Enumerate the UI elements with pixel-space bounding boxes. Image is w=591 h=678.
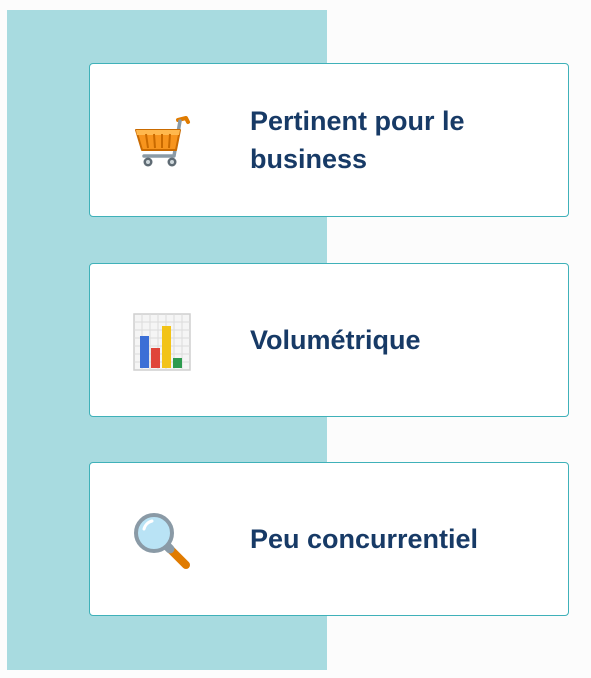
card-volumetric: Volumétrique [89,263,569,417]
card-label: Volumétrique [250,325,421,355]
shopping-cart-icon [130,110,194,174]
card-business-relevance: Pertinent pour le business [89,63,569,217]
card-label: Pertinent pour le business [250,106,465,174]
card-low-competition: Peu concurrentiel [89,462,569,616]
bar-chart-icon [130,310,194,374]
card-label: Peu concurrentiel [250,524,479,554]
magnifying-glass-icon [130,509,194,573]
